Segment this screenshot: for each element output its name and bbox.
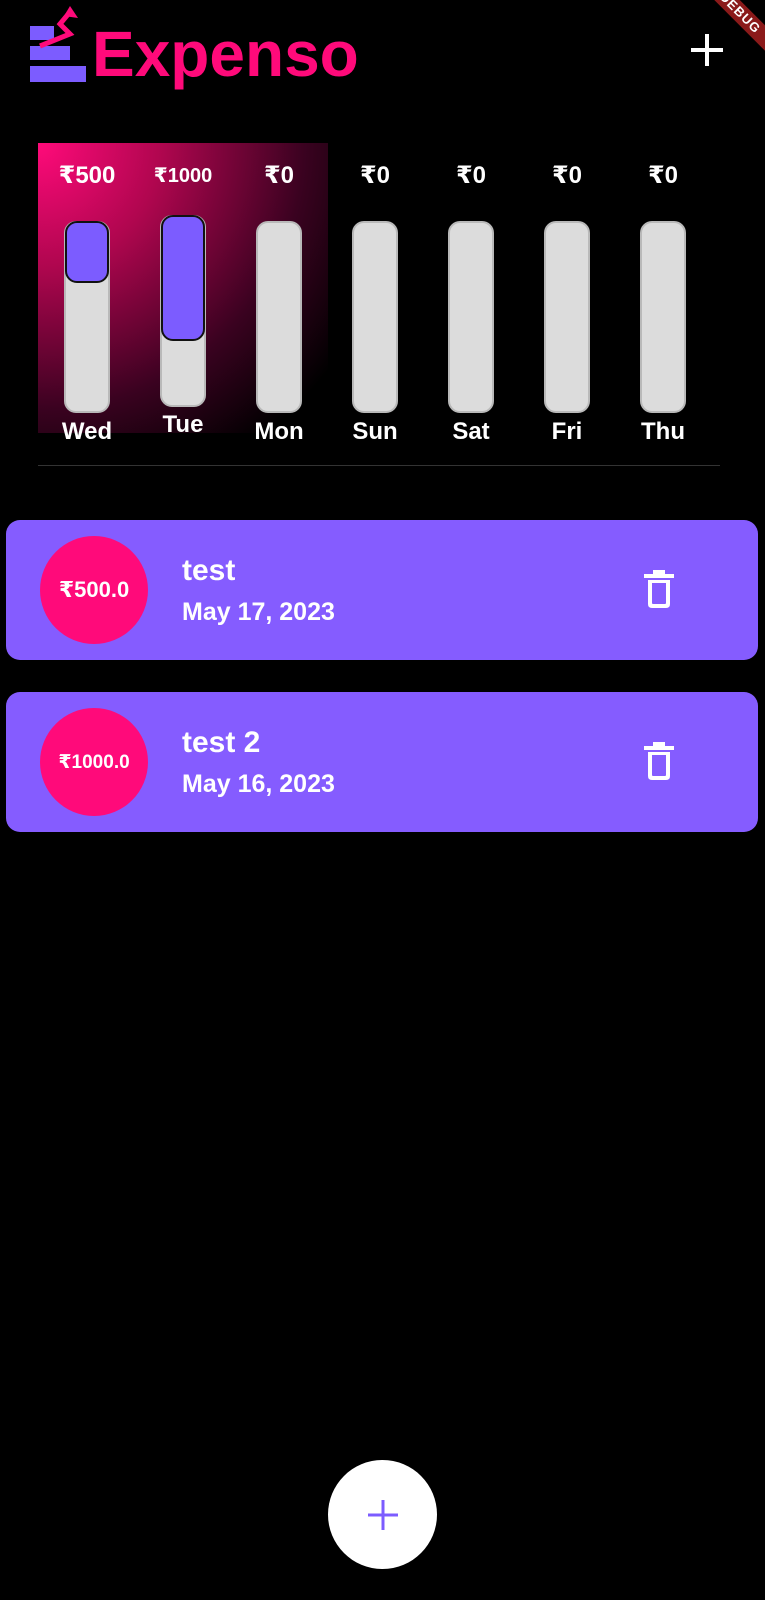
chart-bar-track [640, 221, 686, 413]
chart-amount: ₹0 [359, 162, 391, 189]
logo-icon [30, 6, 86, 82]
expense-amount-badge: ₹500.0 [40, 536, 148, 644]
expense-list-item[interactable]: ₹1000.0 test 2 May 16, 2023 [6, 692, 758, 832]
trash-icon[interactable] [644, 742, 674, 780]
add-expense-fab[interactable] [328, 1460, 437, 1569]
chart-bar-fill [161, 215, 205, 341]
chart-bar-track [160, 215, 206, 407]
chart-day-label: Mon [254, 418, 304, 445]
chart-bar-track [448, 221, 494, 413]
expense-date: May 17, 2023 [182, 598, 335, 626]
chart-column-fri: ₹0 Fri [518, 143, 616, 453]
chart-amount: ₹500 [58, 162, 116, 189]
chart-column-wed: ₹500 Wed [38, 143, 136, 453]
weekly-spending-chart: ₹500 Wed ₹1000 Tue ₹0 Mon ₹0 Sun ₹0 Sat … [38, 143, 720, 466]
chart-bar-track [352, 221, 398, 413]
app-bar: Expenso [0, 0, 765, 120]
chart-amount: ₹0 [551, 162, 583, 189]
chart-column-sun: ₹0 Sun [326, 143, 424, 453]
expense-title: test 2 [182, 726, 261, 759]
chart-day-label: Wed [61, 418, 113, 445]
chart-day-label: Thu [641, 418, 685, 445]
chart-bar-track [256, 221, 302, 413]
chart-amount: ₹0 [647, 162, 679, 189]
chart-bar-track [64, 221, 110, 413]
chart-column-sat: ₹0 Sat [422, 143, 520, 453]
chart-column-mon: ₹0 Mon [230, 143, 328, 453]
chart-amount: ₹1000 [153, 165, 213, 187]
plus-icon[interactable] [687, 30, 727, 70]
app-title: Expenso [92, 18, 359, 90]
chart-amount: ₹0 [455, 162, 487, 189]
chart-day-label: Sun [352, 418, 398, 445]
expense-list-item[interactable]: ₹500.0 test May 17, 2023 [6, 520, 758, 660]
chart-bar-track [544, 221, 590, 413]
expense-title: test [182, 554, 236, 587]
chart-column-tue: ₹1000 Tue [134, 143, 232, 453]
expense-date: May 16, 2023 [182, 770, 335, 798]
chart-bar-fill [65, 221, 109, 283]
chart-column-thu: ₹0 Thu [614, 143, 712, 453]
chart-day-label: Fri [551, 418, 583, 445]
chart-day-label: Sat [452, 418, 490, 445]
plus-icon [367, 1499, 398, 1530]
chart-amount: ₹0 [263, 162, 295, 189]
expense-amount-badge: ₹1000.0 [40, 708, 148, 816]
chart-day-label: Tue [162, 411, 204, 438]
trash-icon[interactable] [644, 570, 674, 608]
